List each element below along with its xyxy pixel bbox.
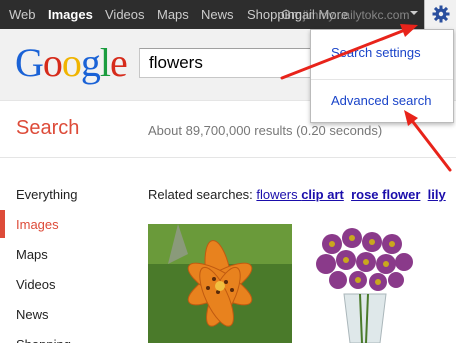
gear-icon bbox=[432, 5, 450, 23]
bouquet-image bbox=[310, 224, 420, 343]
left-nav-everything[interactable]: Everything bbox=[16, 187, 77, 202]
left-nav-shopping[interactable]: Shopping bbox=[16, 337, 71, 343]
section-title: Search bbox=[16, 117, 80, 139]
account-email[interactable]: jimmy...ailytokc.com bbox=[303, 8, 409, 22]
nav-item-images[interactable]: Images bbox=[48, 7, 93, 22]
nav-item-web[interactable]: Web bbox=[9, 7, 36, 22]
menu-item-advanced-search[interactable]: Advanced search bbox=[331, 93, 431, 108]
chevron-down-icon[interactable] bbox=[410, 11, 418, 15]
left-nav-images[interactable]: Images bbox=[16, 217, 59, 232]
google-logo[interactable]: Google bbox=[15, 39, 128, 87]
related-label: Related searches: bbox=[148, 187, 253, 202]
nav-item-maps[interactable]: Maps bbox=[157, 7, 189, 22]
settings-gear-button[interactable] bbox=[424, 0, 456, 29]
menu-divider bbox=[311, 79, 453, 80]
lily-image bbox=[148, 224, 292, 343]
related-link-rose-flower[interactable]: rose flower bbox=[351, 187, 420, 202]
related-searches: Related searches: flowers clip art rose … bbox=[148, 187, 446, 202]
related-link-flowers-clip-art[interactable]: flowers clip art bbox=[256, 187, 343, 202]
active-nav-marker bbox=[0, 210, 5, 238]
related-link-lily[interactable]: lily bbox=[428, 187, 446, 202]
settings-dropdown-menu: Search settings Advanced search bbox=[310, 29, 454, 123]
left-nav-news[interactable]: News bbox=[16, 307, 49, 322]
result-stats: About 89,700,000 results (0.20 seconds) bbox=[148, 123, 383, 138]
arrow-to-advanced-search bbox=[408, 116, 452, 172]
image-result-lily[interactable] bbox=[148, 224, 292, 343]
menu-item-search-settings[interactable]: Search settings bbox=[331, 45, 421, 60]
left-nav-maps[interactable]: Maps bbox=[16, 247, 48, 262]
nav-item-videos[interactable]: Videos bbox=[105, 7, 145, 22]
left-nav-videos[interactable]: Videos bbox=[16, 277, 56, 292]
nav-item-news[interactable]: News bbox=[201, 7, 234, 22]
divider bbox=[0, 157, 456, 158]
top-navigation-bar: Web Images Videos Maps News Shopping Gma… bbox=[0, 0, 456, 29]
image-result-bouquet[interactable] bbox=[310, 224, 420, 343]
